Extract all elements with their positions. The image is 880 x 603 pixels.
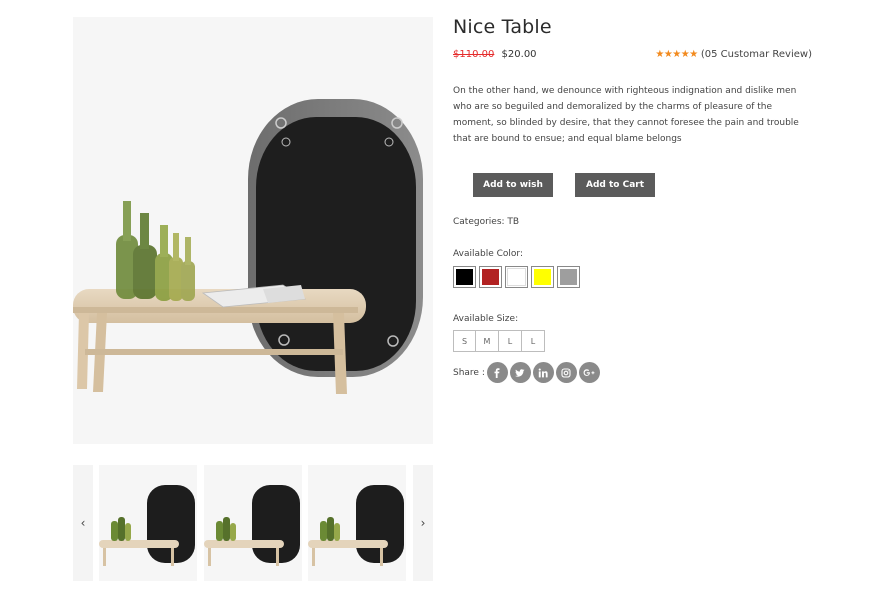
size-option[interactable]: S	[453, 330, 476, 352]
main-product-image	[73, 17, 433, 444]
google-plus-icon[interactable]	[578, 362, 600, 383]
color-swatch-fill	[560, 269, 577, 285]
size-option[interactable]: M	[476, 330, 499, 352]
size-option[interactable]: L	[499, 330, 522, 352]
product-photo-table-mirror	[73, 17, 433, 444]
thumbnail-photo	[308, 465, 406, 581]
color-swatch[interactable]	[479, 266, 502, 288]
facebook-icon[interactable]	[486, 362, 508, 383]
price-row: $110.00 $20.00 ★★★★★ (05 Customar Review…	[453, 47, 815, 63]
thumbnail-1[interactable]	[99, 465, 197, 581]
thumbnail-3[interactable]	[308, 465, 406, 581]
color-swatch[interactable]	[505, 266, 528, 288]
product-title: Nice Table	[453, 16, 552, 38]
product-description: On the other hand, we denounce with righ…	[453, 86, 799, 144]
current-price: $20.00	[501, 49, 537, 60]
size-section: Available Size: SMLL	[453, 312, 815, 352]
color-swatches	[453, 266, 815, 288]
color-swatch-fill	[482, 269, 499, 285]
color-swatch[interactable]	[557, 266, 580, 288]
old-price: $110.00	[453, 49, 495, 60]
rating: ★★★★★ (05 Customar Review)	[655, 47, 812, 63]
product-details: Nice Table $110.00 $20.00 ★★★★★ (05 Cust…	[453, 14, 815, 383]
size-label: Available Size:	[453, 314, 519, 324]
share-label: Share :	[453, 367, 485, 378]
color-swatch-fill	[456, 269, 473, 285]
twitter-icon[interactable]	[509, 362, 531, 383]
review-count[interactable]: (05 Customar Review)	[701, 49, 812, 60]
color-swatch-fill	[507, 268, 526, 286]
add-to-wish-button[interactable]: Add to wish	[473, 173, 553, 197]
linkedin-icon[interactable]	[532, 362, 554, 383]
instagram-icon[interactable]	[555, 362, 577, 383]
thumbnail-photo	[99, 465, 197, 581]
thumbnail-carousel: ‹ ›	[73, 465, 433, 581]
action-buttons: Add to wish Add to Cart	[453, 173, 815, 197]
thumbnail-photo	[204, 465, 302, 581]
size-option[interactable]: L	[522, 330, 545, 352]
color-swatch-fill	[534, 269, 551, 285]
color-section: Available Color:	[453, 247, 815, 288]
share-row: Share :	[453, 362, 815, 383]
add-to-cart-button[interactable]: Add to Cart	[575, 173, 655, 197]
color-label: Available Color:	[453, 249, 523, 259]
thumbnail-2[interactable]	[204, 465, 302, 581]
categories: Categories: TB	[453, 217, 520, 227]
color-swatch[interactable]	[531, 266, 554, 288]
star-rating-icon: ★★★★★	[655, 49, 698, 60]
size-options: SMLL	[453, 330, 815, 352]
color-swatch[interactable]	[453, 266, 476, 288]
chevron-right-icon[interactable]: ›	[413, 465, 433, 581]
chevron-left-icon[interactable]: ‹	[73, 465, 93, 581]
